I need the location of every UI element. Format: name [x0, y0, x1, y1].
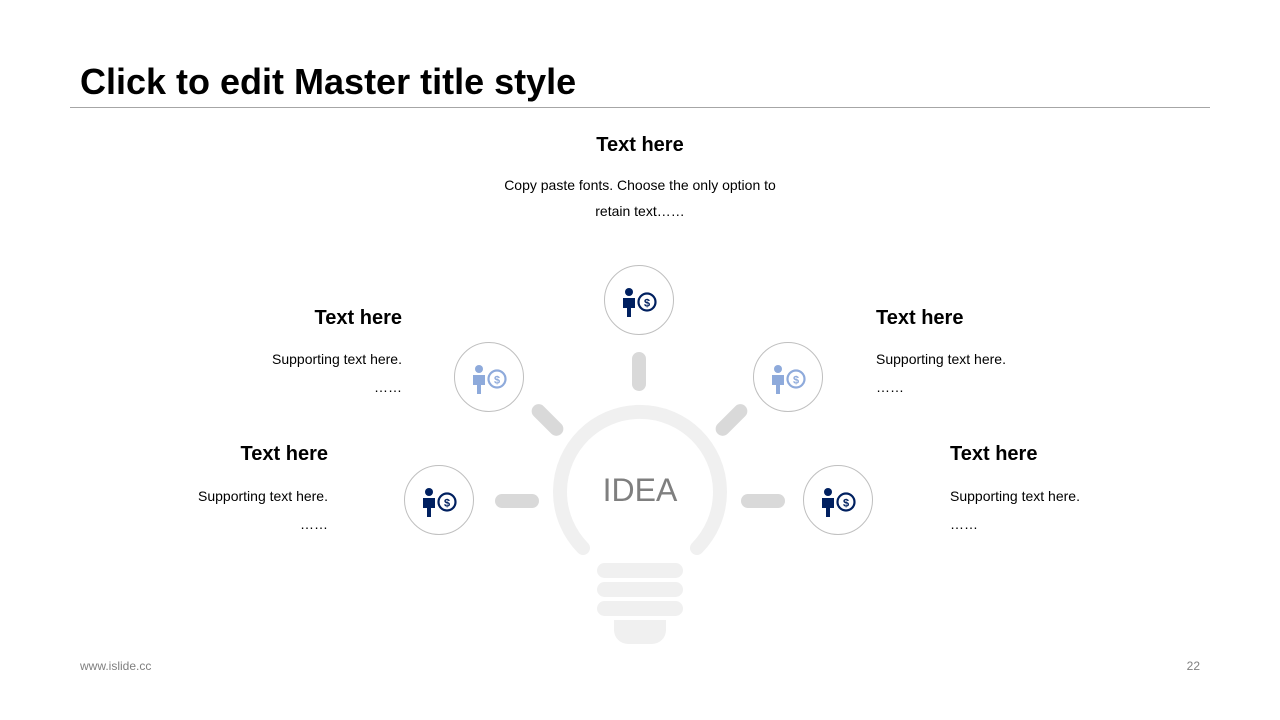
item-upper-left-heading: Text here	[314, 307, 402, 329]
page-number: 22	[1186, 659, 1200, 673]
svg-text:$: $	[843, 498, 849, 510]
person-dollar-icon: $	[423, 488, 457, 517]
bulb-base-ring-1	[597, 563, 683, 578]
bulb-base-tip	[614, 620, 666, 644]
item-left-heading: Text here	[240, 443, 328, 465]
icon-circle-top: $	[604, 265, 674, 335]
item-right-heading: Text here	[950, 443, 1038, 465]
svg-text:$: $	[793, 375, 799, 387]
item-upper-left-text-line1: Supporting text here.	[272, 351, 402, 367]
bulb-base-ring-3	[597, 601, 683, 616]
center-label: IDEA	[602, 472, 678, 508]
person-dollar-icon: $	[623, 288, 657, 317]
icon-circle-left: $	[404, 465, 474, 535]
svg-text:$: $	[494, 375, 500, 387]
svg-text:$: $	[644, 298, 650, 310]
ray-left	[495, 494, 539, 508]
ray-top	[632, 352, 646, 391]
item-top-text-line1: Copy paste fonts. Choose the only option…	[504, 177, 776, 193]
item-upper-right-text-line2: ……	[876, 379, 904, 395]
person-dollar-icon: $	[822, 488, 856, 517]
item-right-text-line1: Supporting text here.	[950, 488, 1080, 504]
item-upper-right-text-line1: Supporting text here.	[876, 351, 1006, 367]
item-left-text-line2: ……	[300, 516, 328, 532]
icon-circle-right: $	[803, 465, 873, 535]
item-right-text-line2: ……	[950, 516, 978, 532]
item-top-text-line2: retain text……	[595, 203, 685, 219]
icon-circle-upper-left: $	[454, 342, 524, 412]
item-upper-right-heading: Text here	[876, 307, 964, 329]
footer-website: www.islide.cc	[80, 659, 152, 673]
person-dollar-icon: $	[473, 365, 507, 394]
ray-right	[741, 494, 785, 508]
icon-circle-upper-right: $	[753, 342, 823, 412]
item-upper-left-text-line2: ……	[374, 379, 402, 395]
item-top-heading: Text here	[596, 134, 684, 156]
item-left-text-line1: Supporting text here.	[198, 488, 328, 504]
person-dollar-icon: $	[772, 365, 806, 394]
bulb-base-ring-2	[597, 582, 683, 597]
svg-text:$: $	[444, 498, 450, 510]
